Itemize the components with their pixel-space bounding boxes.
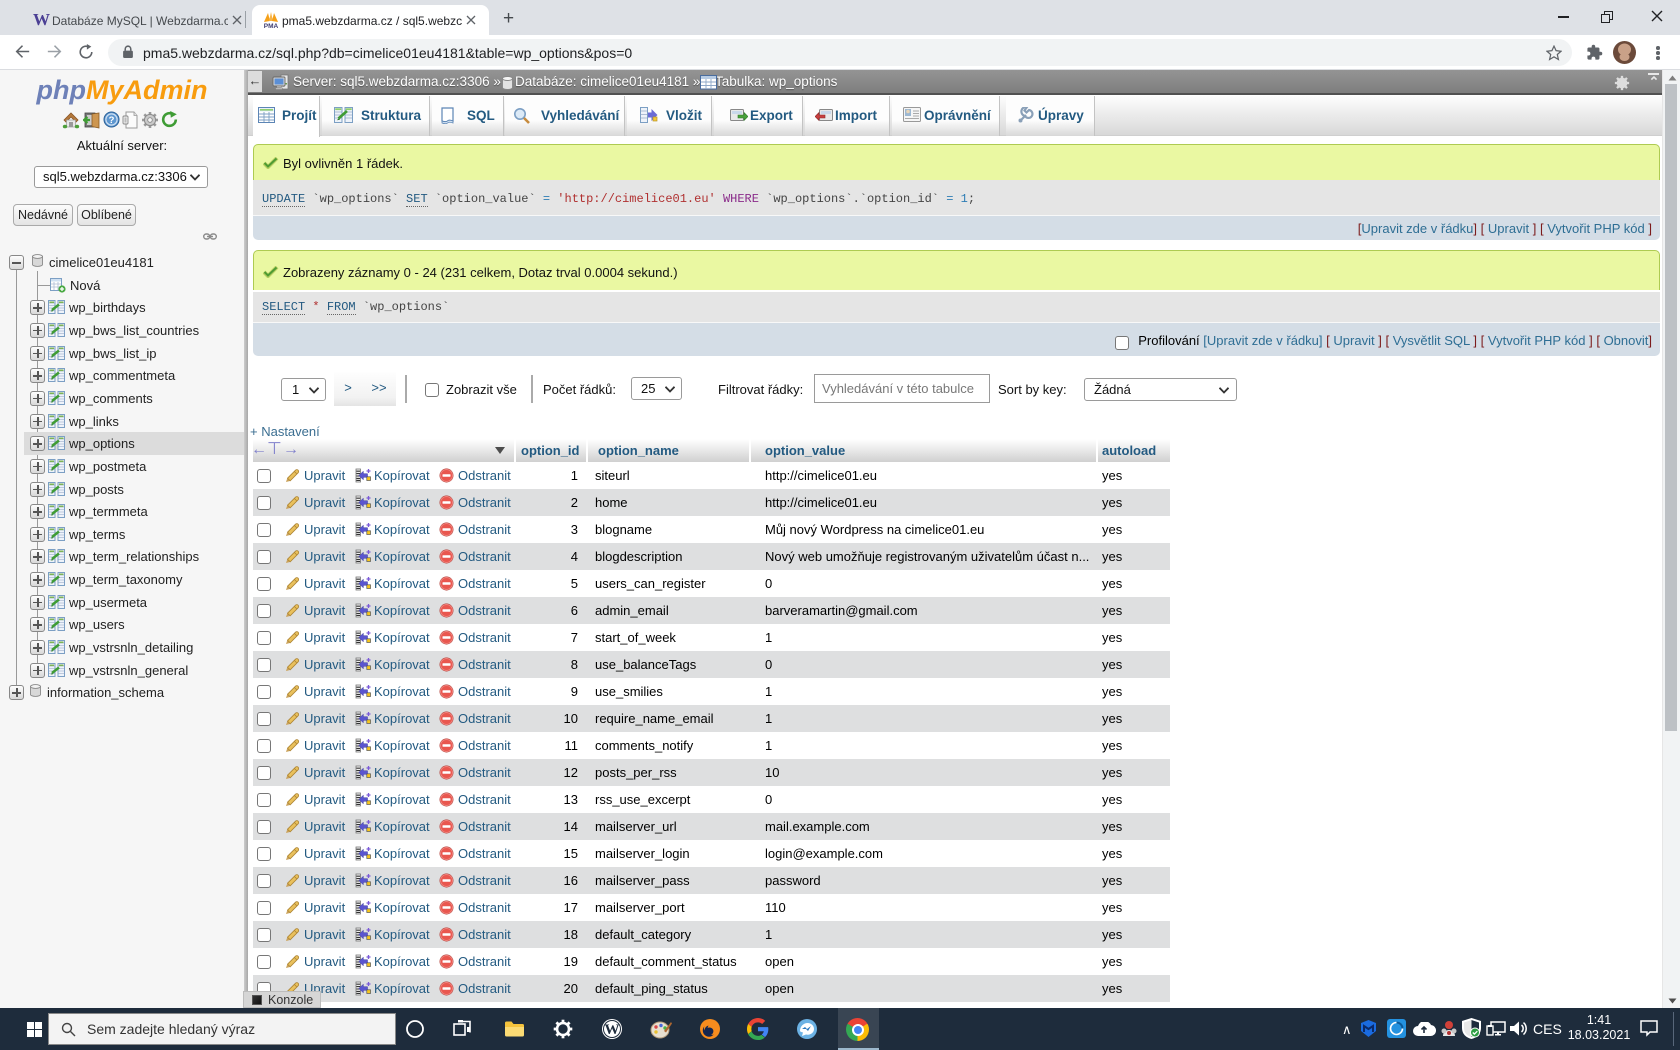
svg-text:?: ?: [109, 115, 115, 126]
svg-text:W: W: [605, 1022, 620, 1038]
svg-text:PMA: PMA: [264, 23, 279, 30]
